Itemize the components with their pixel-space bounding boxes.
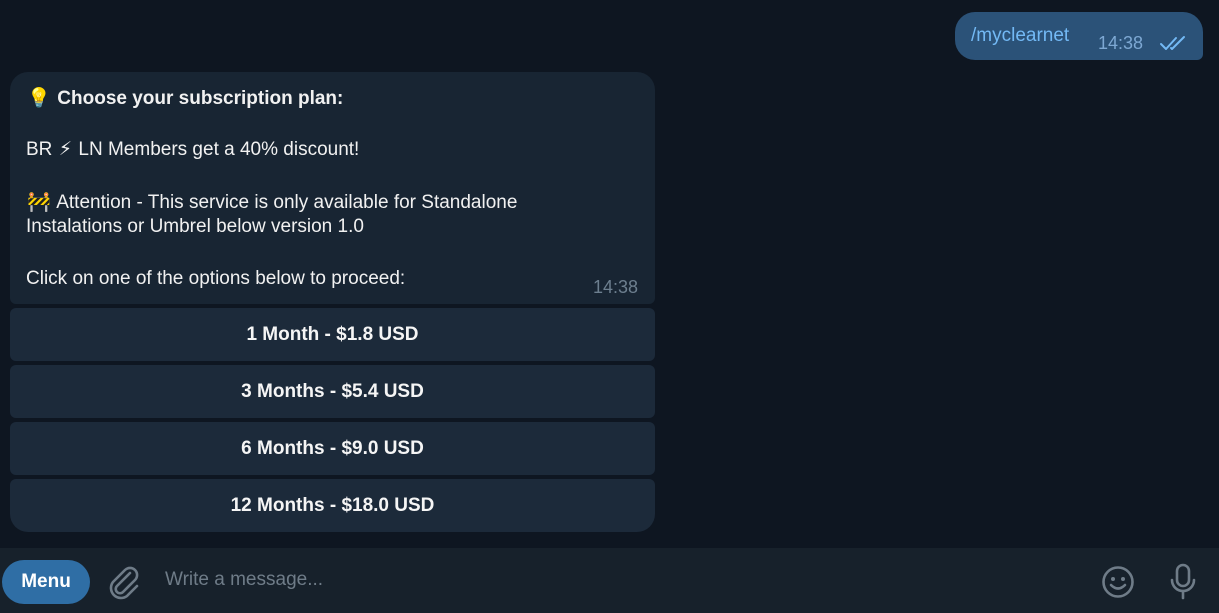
discount-line: BR ⚡ LN Members get a 40% discount!	[26, 138, 359, 161]
message-composer: Menu	[0, 548, 1219, 613]
plan-1-month-button[interactable]: 1 Month - $1.8 USD	[10, 308, 655, 361]
plan-3-months-button[interactable]: 3 Months - $5.4 USD	[10, 365, 655, 418]
lightning-icon: ⚡	[58, 139, 73, 160]
attention-text-line2: Instalations or Umbrel below version 1.0	[26, 216, 364, 237]
double-check-icon	[1160, 36, 1185, 50]
paperclip-icon[interactable]	[106, 564, 140, 600]
plan-6-months-button[interactable]: 6 Months - $9.0 USD	[10, 422, 655, 475]
incoming-message: 💡 Choose your subscription plan: BR ⚡ LN M…	[10, 72, 655, 304]
chat-area: /myclearnet 14:38 💡 Choose your subscrip…	[0, 0, 1219, 548]
outgoing-message-time: 14:38	[1098, 33, 1144, 53]
outgoing-message-text: /myclearnet	[971, 25, 1070, 46]
outgoing-message: /myclearnet 14:38	[955, 12, 1203, 60]
incoming-message-time: 14:38	[593, 277, 639, 297]
plan-12-months-button[interactable]: 12 Months - $18.0 USD	[10, 479, 655, 532]
discount-text: LN Members get a 40% discount!	[78, 139, 360, 160]
smiley-icon[interactable]	[1100, 564, 1136, 600]
menu-button[interactable]: Menu	[2, 560, 90, 604]
message-title: 💡 Choose your subscription plan:	[26, 86, 343, 110]
microphone-icon[interactable]	[1168, 562, 1198, 602]
message-input[interactable]	[160, 562, 1070, 598]
attention-text-line1: Attention - This service is only availab…	[56, 192, 518, 213]
attention-line: 🚧 Attention - This service is only avail…	[26, 190, 517, 214]
construction-icon: 🚧	[27, 192, 51, 213]
message-title-text: Choose your subscription plan:	[57, 88, 344, 109]
lightbulb-icon: 💡	[27, 88, 51, 109]
discount-prefix: BR	[26, 139, 53, 160]
instructions-text: Click on one of the options below to pro…	[26, 268, 406, 289]
